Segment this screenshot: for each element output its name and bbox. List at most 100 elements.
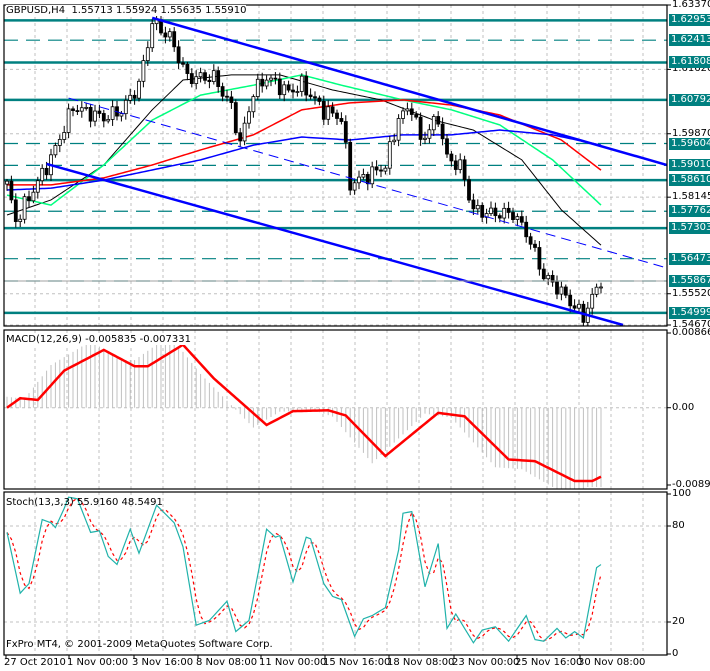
candle-body xyxy=(211,70,216,82)
candle xyxy=(79,101,84,118)
candle xyxy=(106,115,111,124)
candle-body xyxy=(233,102,238,134)
candle-body xyxy=(572,305,577,309)
candle-body xyxy=(75,110,80,112)
candle xyxy=(242,116,247,146)
candle xyxy=(132,90,137,105)
macd-plot xyxy=(4,335,667,489)
candle-body xyxy=(189,73,194,84)
candle-body xyxy=(427,129,432,139)
candle-body xyxy=(480,205,485,218)
candle-body xyxy=(119,113,124,117)
candle-body xyxy=(295,91,300,93)
candle xyxy=(515,213,520,227)
level-price-tag: 1.54999 xyxy=(669,306,710,319)
candle-body xyxy=(88,106,93,122)
candle xyxy=(458,153,463,174)
candle xyxy=(150,19,155,52)
candle-body xyxy=(458,159,463,170)
candle-body xyxy=(541,268,546,280)
candle xyxy=(27,190,31,208)
candle xyxy=(137,78,141,102)
candle-body xyxy=(493,207,498,217)
candle-body xyxy=(198,72,203,78)
candle-body xyxy=(431,116,436,131)
candle xyxy=(277,72,282,99)
candle-body xyxy=(471,199,476,210)
candle xyxy=(502,202,507,224)
candle-body xyxy=(401,110,405,119)
candle-body xyxy=(537,247,542,270)
ohlc-open: 1.55713 xyxy=(71,5,113,16)
candle xyxy=(449,151,454,167)
candle xyxy=(427,124,432,144)
time-axis-label: 25 Nov 16:00 xyxy=(515,657,583,668)
level-price-tag: 1.57762 xyxy=(669,205,710,218)
candle-body xyxy=(568,294,573,307)
stoch-signal-line xyxy=(6,497,602,642)
candle xyxy=(493,202,498,223)
candle xyxy=(57,134,62,153)
candle-body xyxy=(423,137,427,140)
candle-body xyxy=(260,78,265,87)
candle-body xyxy=(308,94,313,98)
candle-body xyxy=(132,94,137,99)
candle xyxy=(66,103,71,139)
candle xyxy=(115,100,119,121)
candle xyxy=(273,72,278,85)
candle xyxy=(365,171,370,191)
candle xyxy=(431,114,436,137)
macd-title: MACD(12,26,9) -0.005835 -0.007331 xyxy=(6,334,191,345)
candle xyxy=(528,232,533,250)
candle xyxy=(260,72,265,93)
candle xyxy=(418,112,423,146)
candle-body xyxy=(383,167,388,172)
candle xyxy=(88,103,93,128)
candle-body xyxy=(181,62,185,65)
candle-body xyxy=(101,113,106,122)
candle-body xyxy=(286,84,291,91)
level-price-tag: 1.58610 xyxy=(669,174,710,187)
candle xyxy=(599,282,603,294)
level-price-tag: 1.60792 xyxy=(669,93,710,106)
candle-body xyxy=(339,118,344,122)
candle xyxy=(489,201,493,216)
candle xyxy=(203,69,207,85)
candle xyxy=(335,109,339,126)
ma-mid-line xyxy=(6,74,602,206)
candle-body xyxy=(387,141,392,169)
level-price-tag: 1.62413 xyxy=(669,34,710,47)
candle xyxy=(467,175,471,203)
candle xyxy=(101,109,106,128)
stoch-axis-label: 20 xyxy=(672,616,685,627)
macd-axis-label: 0.00 xyxy=(672,401,695,413)
candle-body xyxy=(255,78,260,97)
candle-body xyxy=(150,23,155,49)
candle-body xyxy=(79,107,84,112)
symbol-label: GBPUSD,H4 xyxy=(6,5,66,16)
candle xyxy=(185,61,190,81)
candle-body xyxy=(361,174,366,178)
candle-body xyxy=(502,207,507,219)
candle-body xyxy=(506,207,511,213)
candle-body xyxy=(357,176,361,184)
candle-body xyxy=(335,112,339,119)
candle-body xyxy=(71,108,75,111)
level-price-tag: 1.59604 xyxy=(669,137,710,150)
candle-body xyxy=(269,77,273,81)
candle-body xyxy=(251,96,256,113)
candle xyxy=(401,107,405,124)
candle-body xyxy=(97,110,102,114)
candle xyxy=(211,64,216,85)
candle xyxy=(163,26,168,44)
candle xyxy=(71,106,75,117)
candle xyxy=(519,210,524,226)
candle-body xyxy=(225,95,229,98)
time-axis-label: 23 Nov 00:00 xyxy=(452,657,520,668)
stoch-plot xyxy=(4,496,667,644)
candle-body xyxy=(599,286,603,289)
candle-body xyxy=(511,212,515,220)
candle-body xyxy=(220,86,225,97)
candle xyxy=(308,88,313,100)
candle xyxy=(22,193,27,224)
